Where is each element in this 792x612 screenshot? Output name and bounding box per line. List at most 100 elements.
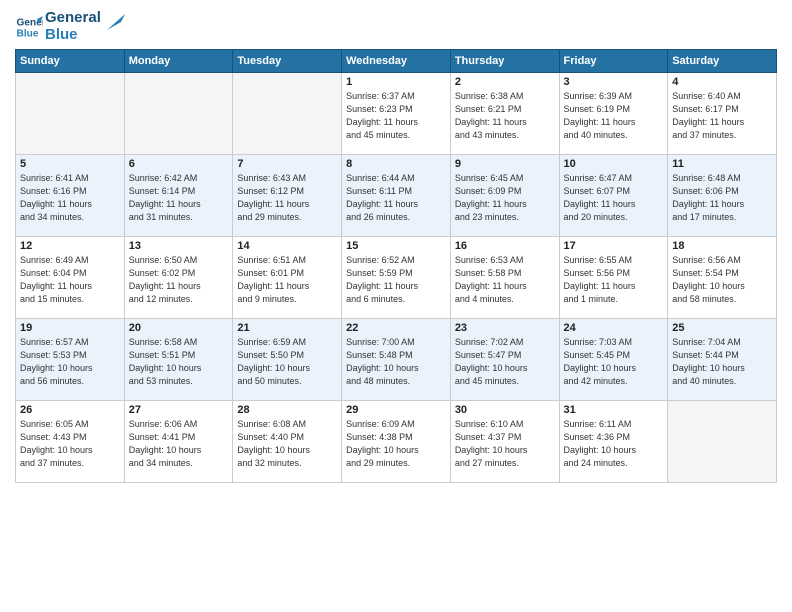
day-number: 13 <box>129 240 229 252</box>
day-number: 25 <box>672 322 772 334</box>
day-info: Sunrise: 7:02 AM Sunset: 5:47 PM Dayligh… <box>455 336 555 388</box>
day-info: Sunrise: 6:37 AM Sunset: 6:23 PM Dayligh… <box>346 90 446 142</box>
day-info: Sunrise: 6:39 AM Sunset: 6:19 PM Dayligh… <box>564 90 664 142</box>
calendar-week-row: 19 Sunrise: 6:57 AM Sunset: 5:53 PM Dayli… <box>16 319 777 401</box>
calendar-cell: 8 Sunrise: 6:44 AM Sunset: 6:11 PM Daylig… <box>342 155 451 237</box>
day-info: Sunrise: 6:08 AM Sunset: 4:40 PM Dayligh… <box>237 418 337 470</box>
day-number: 21 <box>237 322 337 334</box>
day-number: 8 <box>346 158 446 170</box>
day-info: Sunrise: 6:58 AM Sunset: 5:51 PM Dayligh… <box>129 336 229 388</box>
day-info: Sunrise: 7:03 AM Sunset: 5:45 PM Dayligh… <box>564 336 664 388</box>
day-info: Sunrise: 7:00 AM Sunset: 5:48 PM Dayligh… <box>346 336 446 388</box>
calendar-cell: 20 Sunrise: 6:58 AM Sunset: 5:51 PM Dayli… <box>124 319 233 401</box>
calendar-header-wednesday: Wednesday <box>342 50 451 73</box>
calendar-cell: 23Sunrise: 7:02 AM Sunset: 5:47 PM Dayli… <box>450 319 559 401</box>
logo-triangle-icon <box>103 12 125 34</box>
day-number: 18 <box>672 240 772 252</box>
day-info: Sunrise: 6:45 AM Sunset: 6:09 PM Dayligh… <box>455 172 555 224</box>
day-number: 3 <box>564 76 664 88</box>
svg-text:Blue: Blue <box>17 28 39 39</box>
day-number: 24 <box>564 322 664 334</box>
calendar-cell <box>124 73 233 155</box>
day-info: Sunrise: 7:04 AM Sunset: 5:44 PM Dayligh… <box>672 336 772 388</box>
day-number: 30 <box>455 404 555 416</box>
logo-general: General <box>45 10 101 27</box>
day-number: 31 <box>564 404 664 416</box>
day-number: 17 <box>564 240 664 252</box>
calendar-cell: 12 Sunrise: 6:49 AM Sunset: 6:04 PM Dayli… <box>16 237 125 319</box>
logo-blue: Blue <box>45 27 101 44</box>
calendar-cell: 13 Sunrise: 6:50 AM Sunset: 6:02 PM Dayli… <box>124 237 233 319</box>
day-info: Sunrise: 6:47 AM Sunset: 6:07 PM Dayligh… <box>564 172 664 224</box>
day-number: 5 <box>20 158 120 170</box>
day-info: Sunrise: 6:50 AM Sunset: 6:02 PM Dayligh… <box>129 254 229 306</box>
calendar-cell: 1 Sunrise: 6:37 AM Sunset: 6:23 PM Daylig… <box>342 73 451 155</box>
day-info: Sunrise: 6:52 AM Sunset: 5:59 PM Dayligh… <box>346 254 446 306</box>
day-number: 22 <box>346 322 446 334</box>
day-info: Sunrise: 6:40 AM Sunset: 6:17 PM Dayligh… <box>672 90 772 142</box>
day-info: Sunrise: 6:56 AM Sunset: 5:54 PM Dayligh… <box>672 254 772 306</box>
day-number: 16 <box>455 240 555 252</box>
day-info: Sunrise: 6:55 AM Sunset: 5:56 PM Dayligh… <box>564 254 664 306</box>
calendar-cell: 9 Sunrise: 6:45 AM Sunset: 6:09 PM Daylig… <box>450 155 559 237</box>
header: General Blue General Blue <box>15 10 777 43</box>
calendar-cell: 19 Sunrise: 6:57 AM Sunset: 5:53 PM Dayli… <box>16 319 125 401</box>
calendar-cell: 14Sunrise: 6:51 AM Sunset: 6:01 PM Dayli… <box>233 237 342 319</box>
calendar-week-row: 5 Sunrise: 6:41 AM Sunset: 6:16 PM Daylig… <box>16 155 777 237</box>
day-number: 10 <box>564 158 664 170</box>
calendar-cell: 26 Sunrise: 6:05 AM Sunset: 4:43 PM Dayli… <box>16 401 125 483</box>
day-number: 2 <box>455 76 555 88</box>
day-number: 11 <box>672 158 772 170</box>
calendar-header-thursday: Thursday <box>450 50 559 73</box>
calendar-cell: 30 Sunrise: 6:10 AM Sunset: 4:37 PM Dayli… <box>450 401 559 483</box>
day-number: 26 <box>20 404 120 416</box>
day-info: Sunrise: 6:48 AM Sunset: 6:06 PM Dayligh… <box>672 172 772 224</box>
day-info: Sunrise: 6:53 AM Sunset: 5:58 PM Dayligh… <box>455 254 555 306</box>
calendar-cell: 24 Sunrise: 7:03 AM Sunset: 5:45 PM Dayli… <box>559 319 668 401</box>
day-info: Sunrise: 6:43 AM Sunset: 6:12 PM Dayligh… <box>237 172 337 224</box>
day-number: 7 <box>237 158 337 170</box>
day-info: Sunrise: 6:59 AM Sunset: 5:50 PM Dayligh… <box>237 336 337 388</box>
day-info: Sunrise: 6:44 AM Sunset: 6:11 PM Dayligh… <box>346 172 446 224</box>
calendar-cell <box>668 401 777 483</box>
calendar-cell: 18 Sunrise: 6:56 AM Sunset: 5:54 PM Dayli… <box>668 237 777 319</box>
calendar-cell: 4 Sunrise: 6:40 AM Sunset: 6:17 PM Daylig… <box>668 73 777 155</box>
day-number: 1 <box>346 76 446 88</box>
calendar-cell: 17 Sunrise: 6:55 AM Sunset: 5:56 PM Dayli… <box>559 237 668 319</box>
day-info: Sunrise: 6:06 AM Sunset: 4:41 PM Dayligh… <box>129 418 229 470</box>
logo: General Blue General Blue <box>15 10 125 43</box>
calendar-cell: 6Sunrise: 6:42 AM Sunset: 6:14 PM Daylig… <box>124 155 233 237</box>
day-number: 19 <box>20 322 120 334</box>
calendar-header-tuesday: Tuesday <box>233 50 342 73</box>
day-number: 28 <box>237 404 337 416</box>
logo-icon: General Blue <box>15 13 43 41</box>
day-number: 4 <box>672 76 772 88</box>
day-number: 20 <box>129 322 229 334</box>
day-number: 29 <box>346 404 446 416</box>
calendar-cell <box>233 73 342 155</box>
calendar-cell: 29 Sunrise: 6:09 AM Sunset: 4:38 PM Dayli… <box>342 401 451 483</box>
calendar-cell: 2Sunrise: 6:38 AM Sunset: 6:21 PM Daylig… <box>450 73 559 155</box>
day-info: Sunrise: 6:57 AM Sunset: 5:53 PM Dayligh… <box>20 336 120 388</box>
day-number: 14 <box>237 240 337 252</box>
day-number: 12 <box>20 240 120 252</box>
calendar-header-monday: Monday <box>124 50 233 73</box>
day-info: Sunrise: 6:09 AM Sunset: 4:38 PM Dayligh… <box>346 418 446 470</box>
calendar-cell <box>16 73 125 155</box>
day-info: Sunrise: 6:49 AM Sunset: 6:04 PM Dayligh… <box>20 254 120 306</box>
day-number: 15 <box>346 240 446 252</box>
calendar-week-row: 1 Sunrise: 6:37 AM Sunset: 6:23 PM Daylig… <box>16 73 777 155</box>
calendar-header-saturday: Saturday <box>668 50 777 73</box>
day-info: Sunrise: 6:41 AM Sunset: 6:16 PM Dayligh… <box>20 172 120 224</box>
day-number: 6 <box>129 158 229 170</box>
page: General Blue General Blue SundayMondayTu… <box>0 0 792 612</box>
calendar-cell: 10 Sunrise: 6:47 AM Sunset: 6:07 PM Dayli… <box>559 155 668 237</box>
calendar-cell: 21 Sunrise: 6:59 AM Sunset: 5:50 PM Dayli… <box>233 319 342 401</box>
day-number: 27 <box>129 404 229 416</box>
day-number: 9 <box>455 158 555 170</box>
day-info: Sunrise: 6:10 AM Sunset: 4:37 PM Dayligh… <box>455 418 555 470</box>
calendar-cell: 5 Sunrise: 6:41 AM Sunset: 6:16 PM Daylig… <box>16 155 125 237</box>
calendar-cell: 16 Sunrise: 6:53 AM Sunset: 5:58 PM Dayli… <box>450 237 559 319</box>
calendar-header-row: SundayMondayTuesdayWednesdayThursdayFrid… <box>16 50 777 73</box>
day-info: Sunrise: 6:05 AM Sunset: 4:43 PM Dayligh… <box>20 418 120 470</box>
